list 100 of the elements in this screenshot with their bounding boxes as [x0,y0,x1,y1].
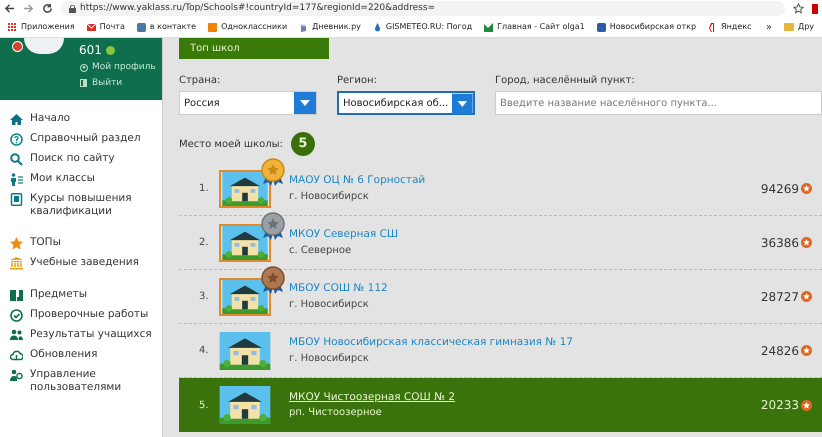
school-link[interactable]: МКОУ Чистоозерная СОШ № 2 [289,390,456,406]
caret-icon [294,92,316,114]
bookmarks-overflow[interactable]: » [766,20,772,34]
medal-icon [261,266,285,296]
menu-item[interactable]: Начало [30,112,155,125]
star-coin-icon [801,291,812,302]
score-value: 20233 [760,397,799,414]
square-logo-icon [596,22,606,32]
star-coin-icon [801,345,812,356]
menu-item[interactable]: Поиск по сайту [30,152,155,165]
bookmark-folder[interactable]: Дру [798,21,814,33]
dropdown[interactable]: Россия [179,91,317,115]
extension-icon[interactable] [812,4,818,14]
tablet-icon [10,193,23,206]
grid-icon [8,22,17,32]
rank-number: 2. [199,236,210,250]
menu-item[interactable]: Результаты учащихся [30,328,155,341]
school-building-icon [221,226,269,260]
medal-icon [261,212,285,242]
star-coin-icon [801,400,812,410]
school-building-icon [221,172,269,206]
my-school-place-label: Место моей школы: [179,138,283,152]
bookmark-link[interactable]: Главная - Сайт olga1 [497,21,585,33]
bookmark-link[interactable]: Яндекс [721,21,752,33]
school-building-icon [219,386,271,424]
profile-link[interactable]: Мой профиль [92,61,156,74]
school-row[interactable]: 1. МАОУ ОЦ № 6 Горностай г. Новосибирск 94269 [179,162,822,216]
menu-item[interactable]: Проверочные работы [30,308,155,321]
people-icon [10,329,23,342]
menu-item[interactable]: Управление пользователями [30,368,155,394]
address-bar[interactable]: https://www.yaklass.ru/Top/Schools#!countryId=177&regionId=220&address= [61,1,785,16]
reload-icon[interactable] [42,3,53,14]
menu-item[interactable]: Учебные заведения [30,256,155,269]
rank-number: 3. [199,290,210,304]
badge-icon [12,41,23,52]
field-label: Город, населённый пункт: [495,74,636,88]
coin-icon [106,46,115,54]
my-school-place-badge: 5 [290,132,315,156]
square-logo-icon [136,22,146,32]
bookmark-link[interactable]: в контакте [150,21,196,33]
rank-number: 4. [199,344,210,358]
menu-item[interactable]: Курсы повышения квалификации [30,192,155,218]
school-row[interactable]: 2. МКОУ Северная СШ с. Северное 36386 [179,216,822,270]
square-logo-icon [208,22,218,32]
score-value: 36386 [760,234,799,252]
school-town: г. Новосибирск [289,352,370,366]
user-circle-icon [80,64,88,72]
score-value: 94269 [760,180,799,198]
menu-item[interactable]: Обновления [30,348,155,361]
score-value: 28727 [760,288,799,306]
folder-icon [784,23,794,31]
school-town: г. Новосибирск [289,298,370,312]
search-icon [10,153,23,166]
help-circle-icon [10,133,23,146]
bookmark-link[interactable]: Дневник.ру [312,21,361,33]
dropdown[interactable]: Новосибирская об... [337,91,475,115]
rank-number: 5. [199,398,210,412]
school-row[interactable]: 5. МКОУ Чистоозерная СОШ № 2 рп. Чистоозерное 20233 [179,378,822,432]
bookmark-link[interactable]: Приложения [21,21,75,33]
bookmark-link[interactable]: Почта [100,21,125,33]
back-arrow-icon[interactable] [4,3,15,14]
rank-number: 1. [199,182,210,196]
points-count: 601 [79,42,102,59]
star-icon[interactable] [793,3,804,14]
user-gear-icon [10,369,23,382]
medal-icon [261,158,285,188]
drop-icon [372,22,382,32]
check-circle-icon [10,309,23,322]
menu-item[interactable]: Предметы [30,288,155,301]
forward-arrow-icon[interactable] [23,3,34,14]
home-icon [10,113,23,126]
building-icon [10,257,23,270]
menu-item[interactable]: Справочный раздел [30,132,155,145]
star-coin-icon [801,237,812,248]
bookmark-link[interactable]: Новосибирская откр [610,21,696,33]
school-row[interactable]: 3. МБОУ СОШ № 112 г. Новосибирск 28727 [179,270,822,324]
envelope-icon [86,22,96,32]
field-label: Регион: [337,74,378,88]
school-town: рп. Чистоозерное [289,406,383,420]
city-input-field[interactable]: Введите название населённого пункта... [495,91,822,115]
cloud-icon [10,349,23,362]
star-icon [10,237,23,250]
score-value: 24826 [760,342,799,360]
profile-link[interactable]: Выйти [92,76,122,90]
bookmark-link[interactable]: Одноклассники [221,21,288,33]
people-list-icon [10,173,23,186]
school-town: с. Северное [289,244,352,258]
lock-icon [69,4,76,12]
bookmark-link[interactable]: GISMETEO.RU: Погод [386,21,472,33]
door-icon [80,79,88,88]
school-town: г. Новосибирск [289,190,370,204]
menu-item[interactable]: Мои классы [30,172,155,185]
field-label: Страна: [179,74,222,88]
school-building-icon [219,332,271,370]
books-icon [10,289,23,302]
url-text: https://www.yaklass.ru/Top/Schools#!countryId=177&regionId=220&address= [80,2,436,15]
caret-icon [452,93,473,115]
star-coin-icon [801,183,812,194]
school-building-icon [221,280,269,314]
menu-item[interactable]: ТОПы [30,236,155,249]
